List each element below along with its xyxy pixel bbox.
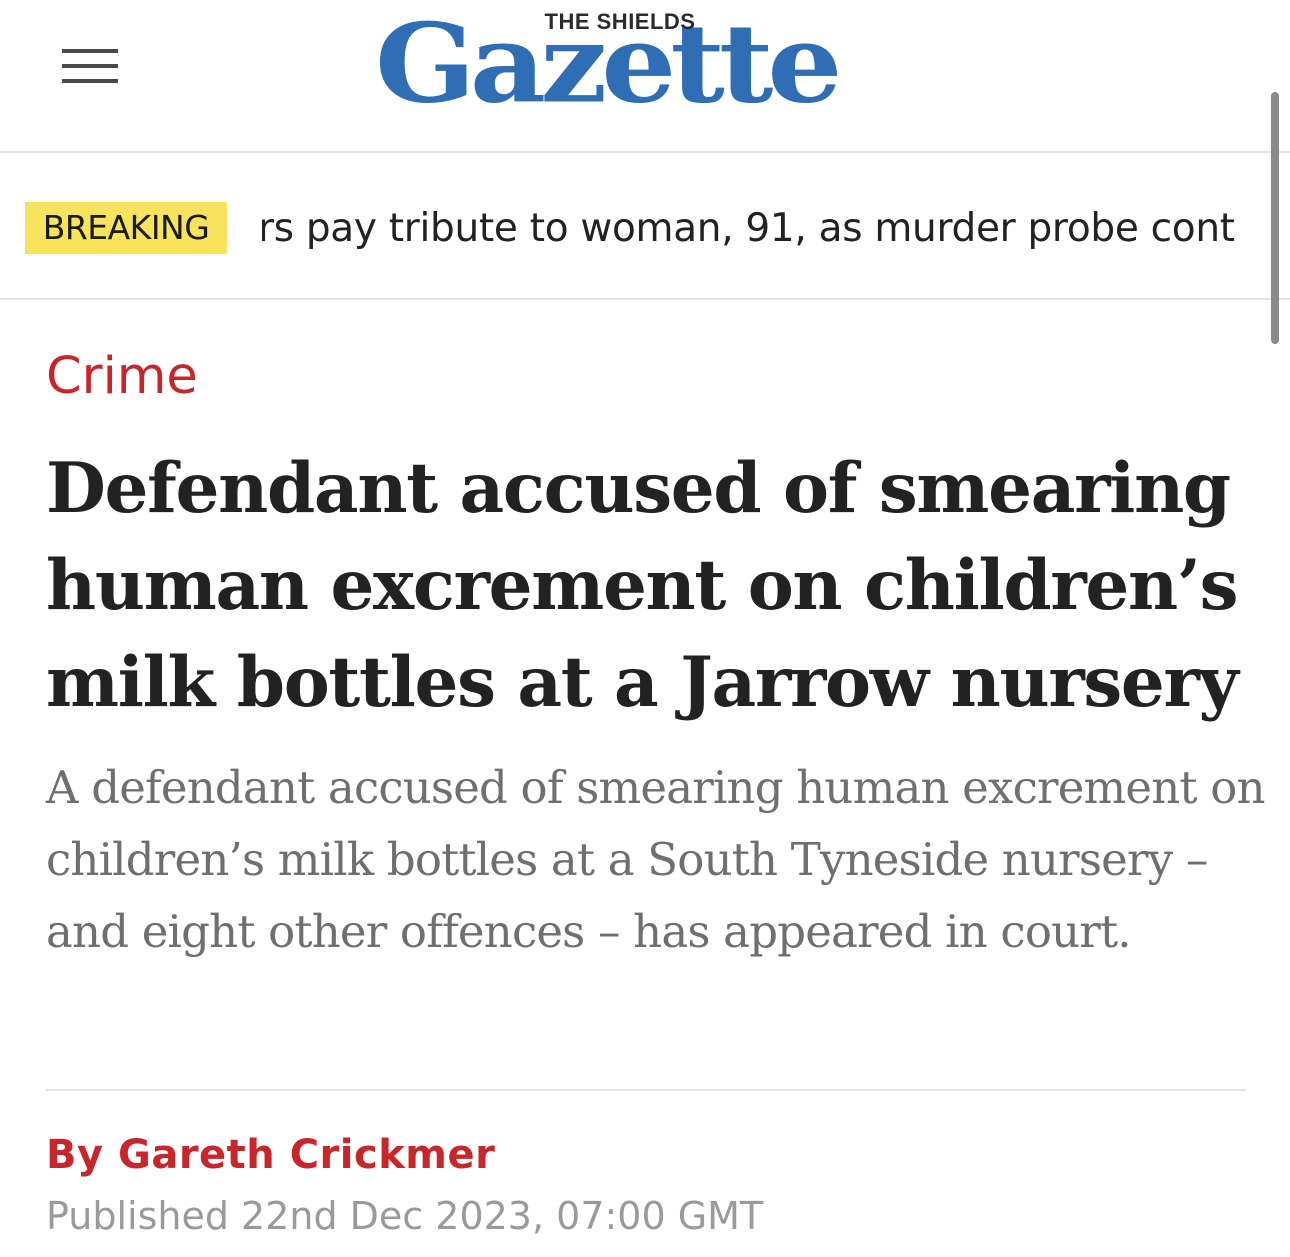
page-scrollbar[interactable]	[1271, 92, 1279, 344]
menu-line	[62, 49, 118, 53]
breaking-ticker-link[interactable]: rs pay tribute to woman, 91, as murder p…	[262, 201, 1290, 257]
menu-line	[62, 79, 118, 83]
site-logo[interactable]: Gazette THE SHIELDS	[370, 4, 930, 144]
breaking-news-bar: BREAKING rs pay tribute to woman, 91, as…	[0, 155, 1290, 300]
byline-prefix: By	[46, 1132, 104, 1178]
breaking-badge: BREAKING	[25, 202, 227, 254]
logo-superscript: THE SHIELDS	[544, 9, 696, 34]
hamburger-menu-icon[interactable]	[62, 47, 118, 85]
article-headline: Defendant accused of smearing human excr…	[46, 448, 1239, 723]
published-date: Published 22nd Dec 2023, 07:00 GMT	[46, 1194, 764, 1238]
byline: By Gareth Crickmer	[46, 1127, 495, 1183]
article-standfirst: A defendant accused of smearing human ex…	[46, 761, 1265, 958]
divider	[46, 1089, 1246, 1091]
category-link[interactable]: Crime	[46, 345, 198, 409]
menu-line	[62, 64, 118, 68]
breaking-ticker-text: rs pay tribute to woman, 91, as murder p…	[262, 206, 1235, 251]
site-header: Gazette THE SHIELDS	[0, 0, 1290, 153]
author-link[interactable]: Gareth Crickmer	[118, 1132, 495, 1178]
